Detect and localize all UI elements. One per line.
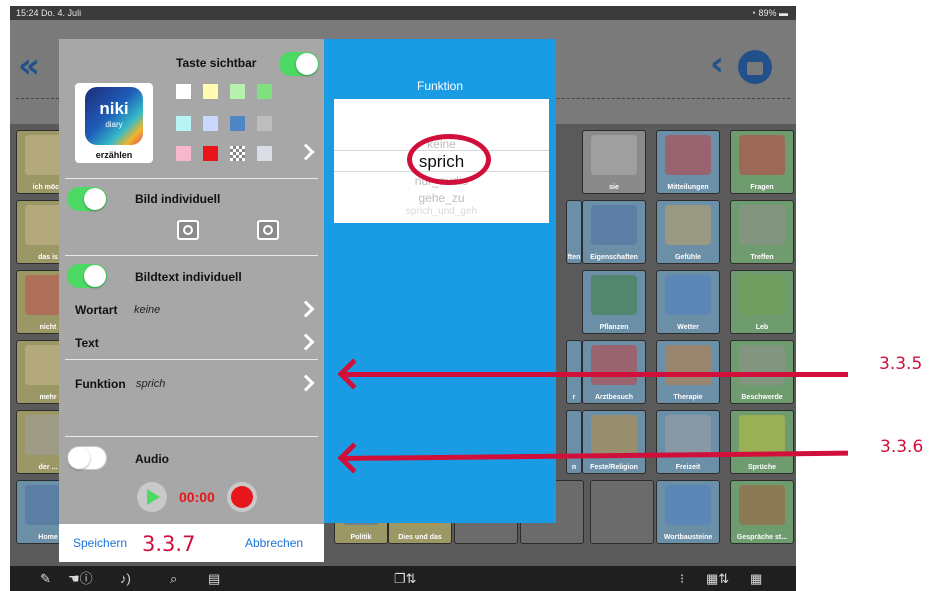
picker-option[interactable]: gehe_zu [334, 191, 549, 205]
funktion-chevron-icon[interactable] [297, 374, 315, 392]
color-swatch[interactable] [203, 84, 218, 99]
divider [65, 359, 318, 360]
wortart-chevron-icon[interactable] [297, 300, 315, 318]
color-swatch[interactable] [176, 116, 191, 131]
color-swatch[interactable] [203, 116, 218, 131]
grid-edit-icon[interactable]: ▦ [750, 566, 762, 591]
button-image-preview[interactable]: niki diary erzählen [75, 83, 153, 163]
color-swatch[interactable] [230, 84, 245, 99]
annotation-label: 3.3.7 [142, 532, 196, 556]
grid-cell[interactable]: sie [582, 130, 646, 194]
color-swatch[interactable] [257, 116, 272, 131]
grid-cell[interactable]: Leb [730, 270, 794, 334]
play-icon [147, 489, 160, 505]
lock-icon[interactable] [738, 50, 772, 84]
function-panel-title: Funktion [416, 79, 464, 93]
pencil-icon[interactable]: ✎ [40, 566, 51, 591]
text-chevron-icon[interactable] [297, 333, 315, 351]
grid-cell[interactable]: Gespräche st... [730, 480, 794, 544]
annotation-label: 3.3.5 [879, 354, 923, 374]
grid-cell[interactable]: Pflanzen [582, 270, 646, 334]
text-label: Text [75, 336, 99, 350]
grid-cell[interactable]: ften [566, 200, 582, 264]
battery-icon: ▬ [779, 8, 788, 18]
color-swatch[interactable] [203, 146, 218, 161]
highlight-circle [407, 134, 491, 185]
search-icon[interactable]: ⌕ [170, 566, 177, 591]
bild-label: Bild individuell [135, 192, 221, 206]
document-icon[interactable]: ▤ [208, 566, 220, 591]
bildtext-toggle[interactable] [67, 264, 107, 288]
color-swatch[interactable] [257, 84, 272, 99]
visible-toggle[interactable] [279, 52, 319, 76]
visible-label: Taste sichtbar [176, 56, 257, 70]
back-icon[interactable]: ‹ [710, 44, 724, 84]
audio-toggle[interactable] [67, 446, 107, 470]
chevron-right-icon[interactable] [297, 143, 315, 161]
speaker-icon[interactable]: ♪) [120, 566, 131, 591]
photo-library-icon[interactable] [257, 220, 279, 240]
wortart-value: keine [134, 304, 161, 316]
annotation-label: 3.3.6 [880, 437, 924, 457]
record-icon [231, 486, 253, 508]
divider [65, 436, 318, 437]
divider [65, 255, 318, 256]
status-time: 15:24 [16, 8, 39, 18]
edit-panel: Taste sichtbar niki diary erzählen Bild … [59, 39, 324, 562]
divider [65, 178, 318, 179]
status-date: Do. 4. Juli [41, 8, 82, 18]
grid-cell[interactable]: Freizeit [656, 410, 720, 474]
info-icon[interactable]: ☚ⓘ [68, 566, 93, 591]
bottom-toolbar: ✎ ☚ⓘ ♪) ⌕ ▤ ❐⇅ ⁝ ▦⇅ ▦ [10, 566, 796, 591]
cancel-button[interactable]: Abbrechen [245, 536, 303, 550]
grid-layout-icon[interactable]: ▦⇅ [706, 566, 729, 591]
audio-time: 00:00 [179, 489, 215, 505]
bildtext-label: Bildtext individuell [135, 270, 242, 284]
color-swatch-transparent[interactable] [230, 146, 245, 161]
picker-option[interactable]: sprich_und_geh [334, 206, 549, 217]
annotation-arrow-3-3-5 [340, 372, 848, 377]
color-swatch[interactable] [230, 116, 245, 131]
function-picker[interactable]: keine sprich nur_audio gehe_zu sprich_un… [334, 99, 549, 223]
color-swatch[interactable] [176, 84, 191, 99]
wortart-label: Wortart [75, 303, 118, 317]
grid-cell[interactable]: Eigenschaften [582, 200, 646, 264]
grid-cell[interactable]: Treffen [730, 200, 794, 264]
niki-diary-logo: niki diary [85, 87, 143, 145]
color-swatch[interactable] [257, 146, 272, 161]
status-bar: 15:24 Do. 4. Juli ◔ 89% ▬ [10, 6, 796, 20]
logo-caption: erzählen [95, 150, 133, 160]
grid-cell[interactable]: Wetter [656, 270, 720, 334]
status-battery: ◔ 89% ▬ [750, 8, 788, 18]
grid-cell[interactable]: Sprüche [730, 410, 794, 474]
bild-toggle[interactable] [67, 187, 107, 211]
grid-cell[interactable]: Fragen [730, 130, 794, 194]
back-double-icon[interactable]: « [18, 46, 40, 86]
audio-label: Audio [135, 452, 169, 466]
grid-cell[interactable]: Feste/Religion [582, 410, 646, 474]
pages-icon[interactable]: ❐⇅ [394, 566, 417, 591]
grid-cell[interactable]: n [566, 410, 582, 474]
funktion-label: Funktion [75, 377, 126, 391]
funktion-value: sprich [136, 378, 166, 390]
camera-icon[interactable] [177, 220, 199, 240]
grid-cell[interactable]: Gefühle [656, 200, 720, 264]
keyboard-icon[interactable]: ⁝ [680, 566, 684, 591]
record-button[interactable] [227, 482, 257, 512]
grid-cell[interactable]: Mitteilungen [656, 130, 720, 194]
play-button[interactable] [137, 482, 167, 512]
color-swatch[interactable] [176, 146, 191, 161]
grid-cell[interactable] [590, 480, 654, 544]
grid-cell[interactable]: Wortbausteine [656, 480, 720, 544]
save-button[interactable]: Speichern [73, 536, 127, 550]
